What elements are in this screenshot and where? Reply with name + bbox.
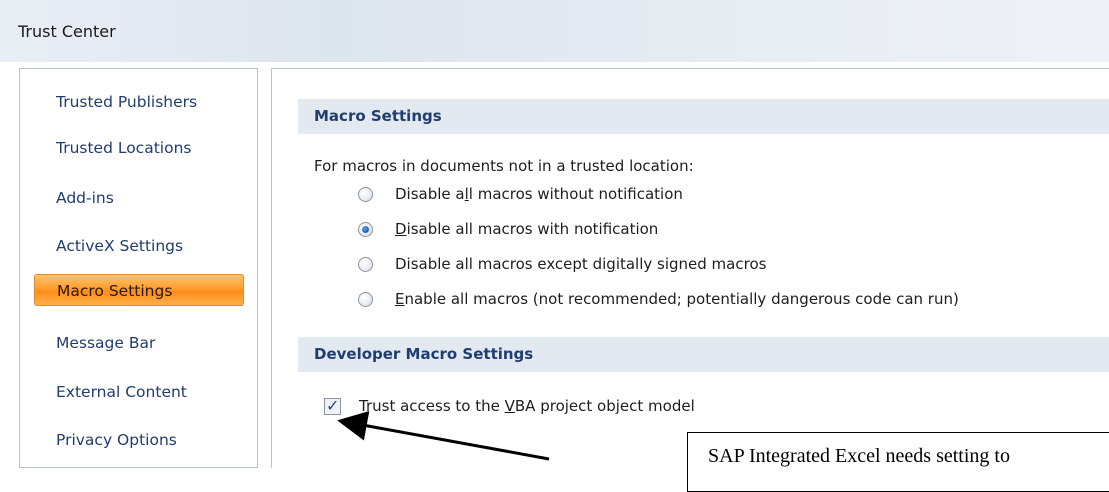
checkmark-icon: ✓ bbox=[326, 396, 340, 415]
radio-button[interactable] bbox=[358, 291, 373, 307]
macro-settings-header: Macro Settings bbox=[298, 99, 1109, 134]
trust-vba-label: Trust access to the VBA project object m… bbox=[359, 397, 695, 415]
developer-macro-settings-header: Developer Macro Settings bbox=[298, 337, 1109, 372]
sidebar-item-add-ins[interactable]: Add-ins bbox=[34, 182, 244, 214]
callout-text: SAP Integrated Excel needs setting to bbox=[708, 445, 1010, 467]
radio-button-selected[interactable] bbox=[358, 221, 373, 237]
callout-box: SAP Integrated Excel needs setting to bbox=[687, 432, 1109, 492]
sidebar: Trusted Publishers Trusted Locations Add… bbox=[19, 68, 258, 468]
radio-button[interactable] bbox=[358, 256, 373, 272]
radio-option-enable-all[interactable]: Enable all macros (not recommended; pote… bbox=[358, 290, 959, 308]
title-bar: Trust Center bbox=[0, 0, 1109, 62]
trust-vba-checkbox[interactable]: ✓ bbox=[324, 396, 341, 415]
radio-option-disable-with-notification[interactable]: Disable all macros with notification bbox=[358, 220, 658, 238]
sidebar-item-trusted-locations[interactable]: Trusted Locations bbox=[34, 132, 244, 164]
radio-option-disable-except-signed[interactable]: Disable all macros except digitally sign… bbox=[358, 255, 766, 273]
sidebar-item-trusted-publishers[interactable]: Trusted Publishers bbox=[34, 86, 244, 118]
radio-label: Disable all macros without notification bbox=[395, 185, 683, 203]
radio-button[interactable] bbox=[358, 186, 373, 202]
radio-label: Disable all macros with notification bbox=[395, 220, 659, 238]
radio-label: Enable all macros (not recommended; pote… bbox=[395, 290, 959, 308]
radio-option-disable-without-notification[interactable]: Disable all macros without notification bbox=[358, 185, 683, 203]
sidebar-item-message-bar[interactable]: Message Bar bbox=[34, 327, 244, 359]
macro-intro-text: For macros in documents not in a trusted… bbox=[314, 157, 694, 175]
main-panel: Macro Settings For macros in documents n… bbox=[271, 68, 1109, 468]
sidebar-item-privacy-options[interactable]: Privacy Options bbox=[34, 424, 244, 456]
radio-label: Disable all macros except digitally sign… bbox=[395, 255, 767, 273]
window-title: Trust Center bbox=[18, 22, 116, 41]
sidebar-item-external-content[interactable]: External Content bbox=[34, 376, 244, 408]
sidebar-item-activex-settings[interactable]: ActiveX Settings bbox=[34, 230, 244, 262]
sidebar-item-macro-settings[interactable]: Macro Settings bbox=[34, 274, 244, 306]
